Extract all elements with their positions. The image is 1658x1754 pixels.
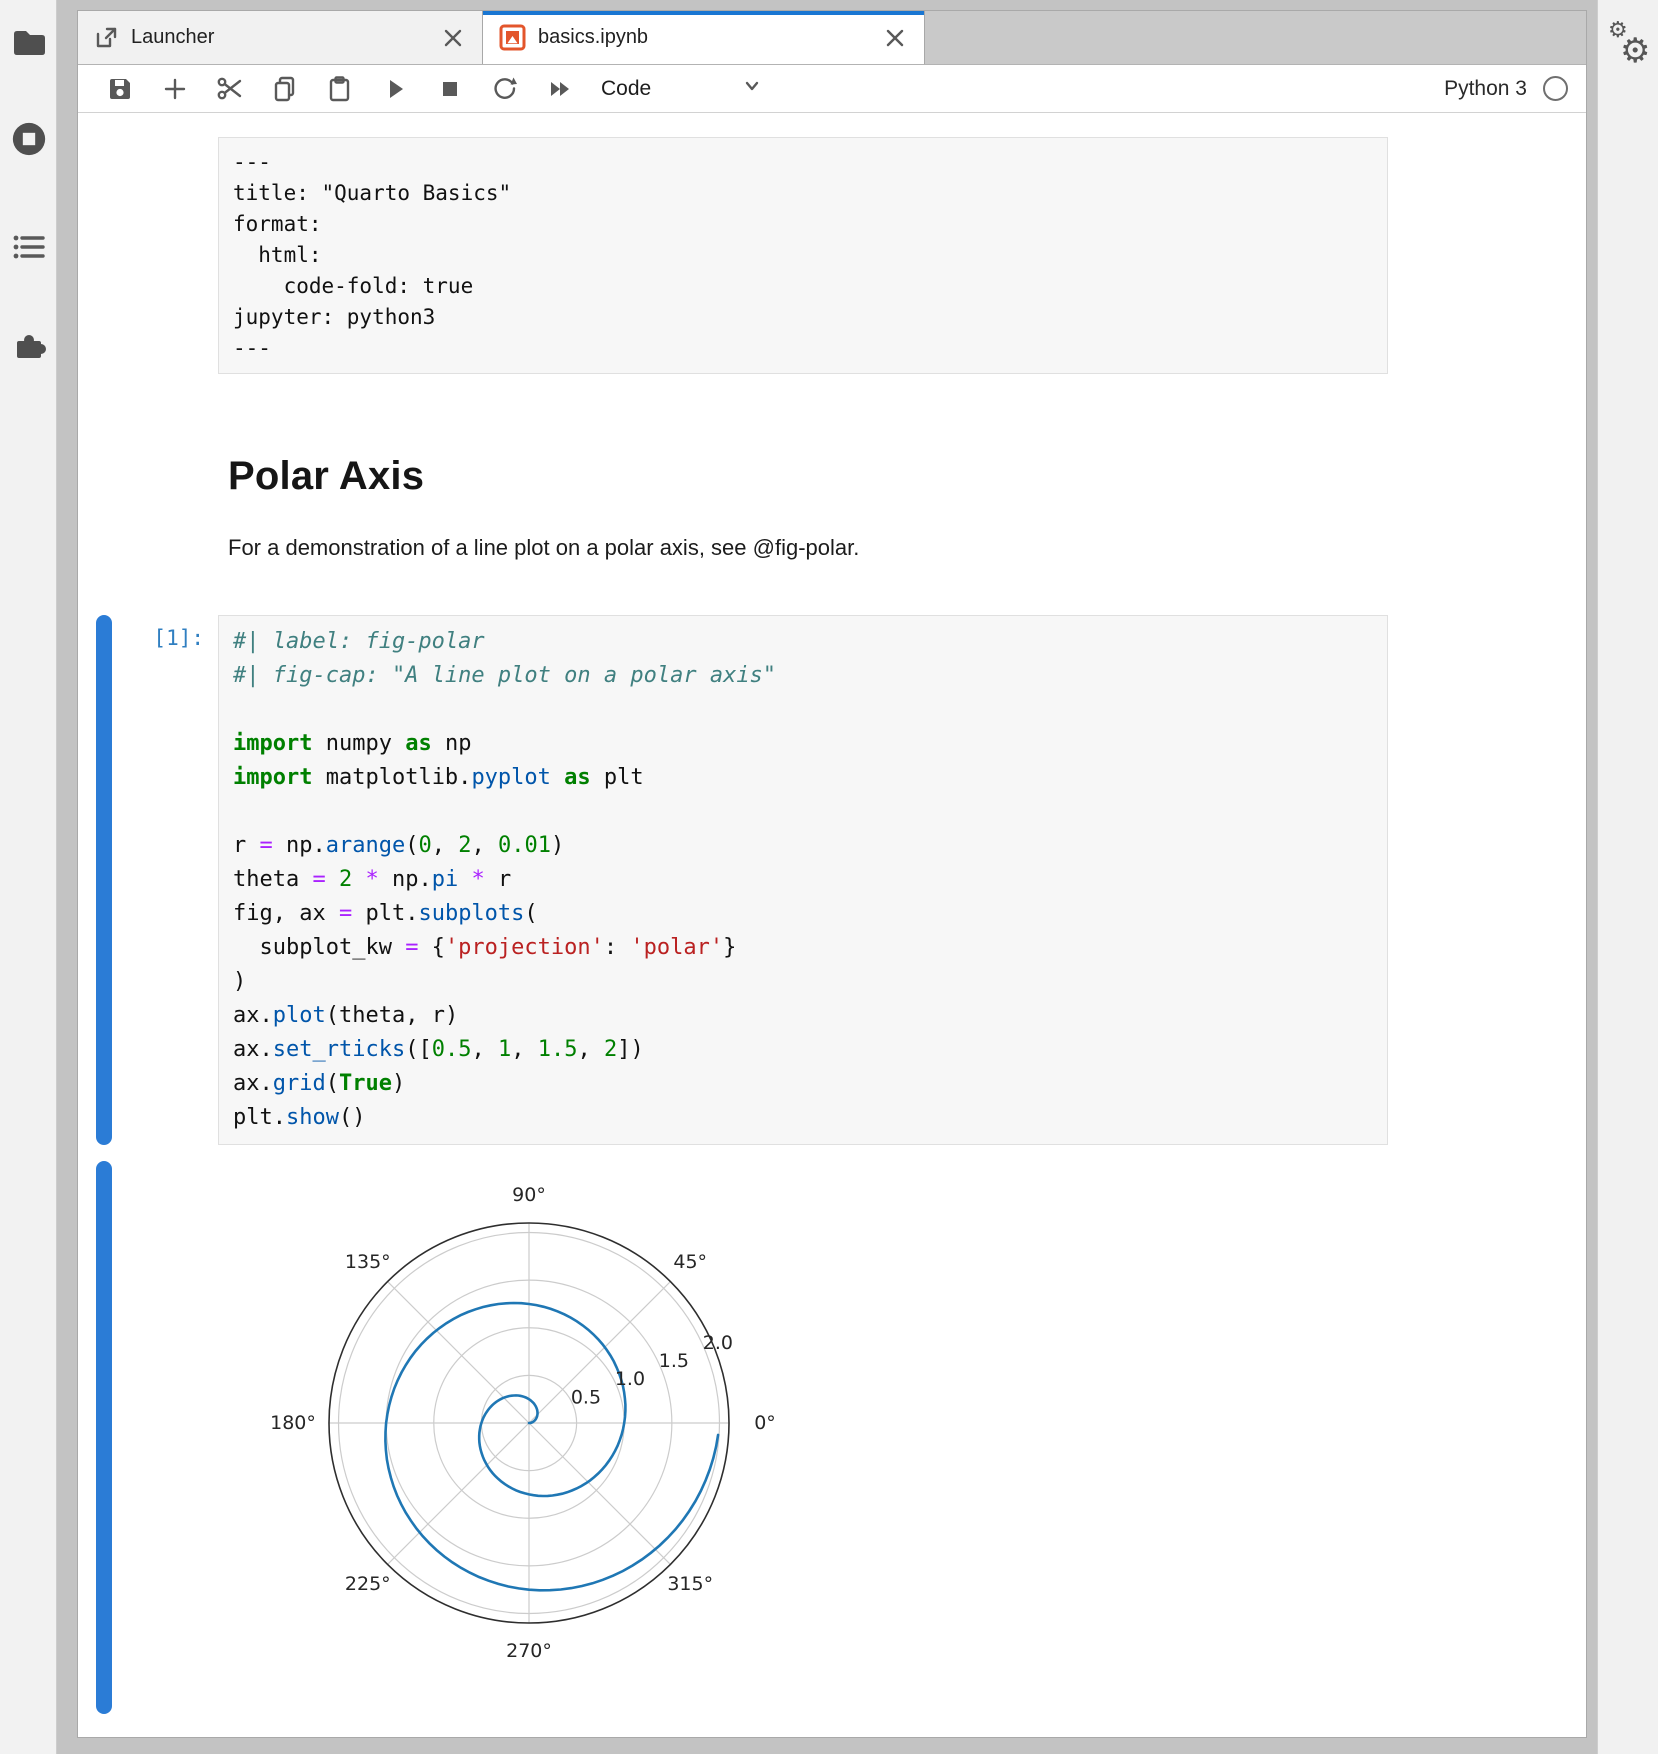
notebook-icon [499,24,526,51]
file-browser-icon[interactable] [10,24,48,62]
svg-text:1.5: 1.5 [659,1350,689,1372]
input-collapser[interactable] [96,615,112,1145]
right-sidebar: ⚙ ⚙ [1597,0,1658,1754]
svg-text:180°: 180° [270,1412,316,1434]
chevron-down-icon [741,75,763,102]
raw-cell-row: ---title: "Quarto Basics"format: html: c… [96,137,1586,374]
restart-icon [491,75,518,102]
output-cell-row: 0° 45° 90° 135° 180° 225° 270° 315° 0.5 1.0 1.5 2.0 [96,1161,1586,1714]
paste-cell-button[interactable] [312,69,367,109]
svg-text:1.0: 1.0 [615,1368,645,1390]
plus-icon [162,76,188,102]
kernel-area: Python 3 [1444,76,1572,101]
svg-text:45°: 45° [673,1251,707,1273]
main-dock-panel: Launcher basics.ipynb [77,10,1587,1738]
table-of-contents-icon[interactable] [10,228,48,266]
svg-text:135°: 135° [345,1251,391,1273]
output-prompt [112,1161,218,1714]
restart-run-all-button[interactable] [532,69,587,109]
tab-basics-close-icon[interactable] [882,25,908,51]
raw-cell-prompt [112,137,218,374]
output-collapser[interactable] [96,1161,112,1714]
tab-basics-label: basics.ipynb [538,26,648,49]
tab-launcher[interactable]: Launcher [78,11,483,64]
cut-cell-button[interactable] [202,69,257,109]
running-sessions-icon[interactable] [10,120,48,158]
markdown-paragraph: For a demonstration of a line plot on a … [228,535,1388,561]
save-button[interactable] [92,69,147,109]
save-icon [107,76,133,102]
code-editor[interactable]: #| label: fig-polar#| fig-cap: "A line p… [218,615,1388,1145]
tab-launcher-close-icon[interactable] [440,25,466,51]
left-activity-bar [0,0,57,1754]
run-cell-button[interactable] [367,69,422,109]
interrupt-kernel-button[interactable] [422,69,477,109]
tab-bar: Launcher basics.ipynb [78,11,1586,65]
svg-text:270°: 270° [506,1640,552,1662]
kernel-status-indicator[interactable] [1543,76,1568,101]
notebook-content: ---title: "Quarto Basics"format: html: c… [78,113,1586,1737]
property-inspector-gears-icon[interactable]: ⚙ ⚙ [1606,22,1652,70]
svg-text:0.5: 0.5 [571,1386,601,1408]
external-link-icon [94,25,119,50]
copy-icon [271,75,298,102]
cell-type-select[interactable]: Code [601,75,771,102]
heading-polar-axis: Polar Axis [228,454,1388,499]
tab-basics-ipynb[interactable]: basics.ipynb [483,11,925,64]
svg-text:0°: 0° [754,1412,776,1434]
polar-chart-svg: 0° 45° 90° 135° 180° 225° 270° 315° 0.5 1.0 1.5 2.0 [248,1161,808,1709]
stop-icon [438,77,462,101]
svg-text:315°: 315° [667,1573,713,1595]
svg-text:225°: 225° [345,1573,391,1595]
cell-type-value: Code [601,77,651,101]
raw-cell-collapser [96,137,112,374]
svg-text:2.0: 2.0 [703,1332,733,1354]
notebook-toolbar: Code Python 3 [78,65,1586,113]
yaml-raw-cell[interactable]: ---title: "Quarto Basics"format: html: c… [218,137,1388,374]
restart-kernel-button[interactable] [477,69,532,109]
fast-forward-icon [546,75,574,103]
kernel-name: Python 3 [1444,77,1527,101]
copy-cell-button[interactable] [257,69,312,109]
markdown-cell[interactable]: Polar Axis For a demonstration of a line… [228,454,1388,561]
polar-plot-figure: 0° 45° 90° 135° 180° 225° 270° 315° 0.5 1.0 1.5 2.0 [248,1161,1388,1714]
execution-count: [1]: [112,615,218,1145]
output-area: 0° 45° 90° 135° 180° 225° 270° 315° 0.5 1.0 1.5 2.0 [218,1161,1388,1714]
insert-cell-button[interactable] [147,69,202,109]
run-icon [382,76,408,102]
svg-text:90°: 90° [512,1184,546,1206]
tab-launcher-label: Launcher [131,26,214,49]
extensions-puzzle-icon[interactable] [10,326,48,364]
code-cell-row: [1]: #| label: fig-polar#| fig-cap: "A l… [96,615,1586,1145]
scissors-icon [216,75,243,102]
clipboard-icon [326,75,353,102]
